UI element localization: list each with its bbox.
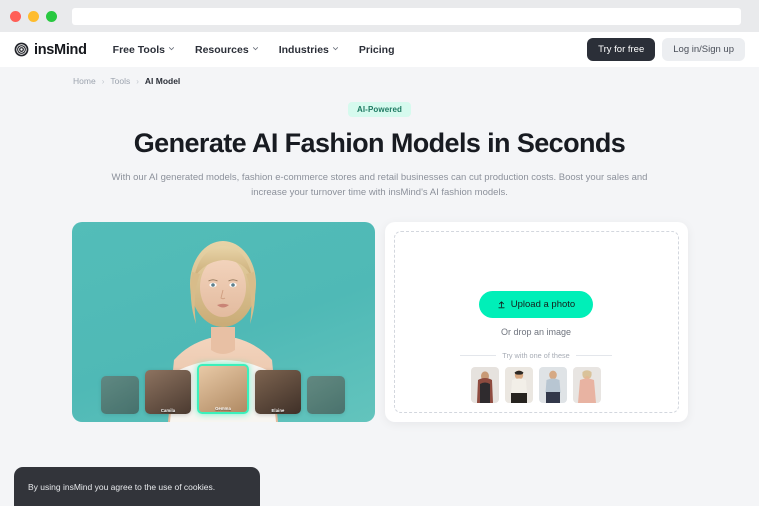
face-thumb[interactable] <box>101 376 139 415</box>
window-close-button[interactable] <box>10 10 21 22</box>
breadcrumb-home[interactable]: Home <box>73 76 96 86</box>
window-maximize-button[interactable] <box>46 10 57 22</box>
login-signup-button[interactable]: Log in/Sign up <box>662 38 745 61</box>
logo-text: insMind <box>34 41 87 58</box>
try-divider: Try with one of these <box>460 351 612 360</box>
divider-line <box>460 355 497 357</box>
breadcrumb-current: AI Model <box>144 76 181 86</box>
sample-thumbnail[interactable] <box>573 367 601 404</box>
address-bar[interactable] <box>72 7 741 25</box>
window-minimize-button[interactable] <box>28 10 39 22</box>
logo[interactable]: insMind <box>14 42 87 58</box>
ai-powered-badge: AI-Powered <box>347 102 411 117</box>
nav-label: Free Tools <box>112 43 165 56</box>
page-viewport: insMind Free Tools Resources Industries <box>0 32 759 506</box>
chevron-down-icon <box>252 45 259 52</box>
spiral-circle-icon <box>14 42 29 57</box>
drop-hint-text: Or drop an image <box>500 327 572 338</box>
chevron-down-icon <box>332 45 339 52</box>
face-name: Camila <box>160 408 176 414</box>
cookie-consent-text: By using insMind you agree to the use of… <box>28 482 216 493</box>
header-actions: Try for free Log in/Sign up <box>587 38 745 61</box>
upload-card: Upload a photo Or drop an image Try with… <box>384 222 688 423</box>
breadcrumb-separator: › <box>136 76 139 86</box>
breadcrumb: Home › Tools › AI Model <box>0 67 759 86</box>
chevron-down-icon <box>168 45 175 52</box>
main-content: Camila Gemma Elaine Upload a photo Or dr… <box>0 222 759 423</box>
face-name: Gemma <box>215 406 231 412</box>
face-carousel: Camila Gemma Elaine <box>72 364 375 415</box>
try-samples-label: Try with one of these <box>502 351 570 361</box>
try-for-free-button[interactable]: Try for free <box>587 38 656 61</box>
nav-label: Resources <box>195 43 249 56</box>
main-nav: Free Tools Resources Industries Pricing <box>113 44 395 56</box>
nav-item-pricing[interactable]: Pricing <box>359 44 395 56</box>
nav-item-free-tools[interactable]: Free Tools <box>113 44 175 56</box>
site-header: insMind Free Tools Resources Industries <box>0 32 759 67</box>
upload-arrow-icon <box>497 300 506 309</box>
model-preview-card: Camila Gemma Elaine <box>71 222 375 423</box>
face-thumb[interactable]: Camila <box>145 370 191 415</box>
face-thumb-selected[interactable]: Gemma <box>197 364 249 415</box>
nav-label: Pricing <box>358 43 395 56</box>
drop-zone[interactable]: Upload a photo Or drop an image Try with… <box>393 231 679 414</box>
sample-thumbnail[interactable] <box>505 367 533 404</box>
nav-label: Industries <box>278 43 329 56</box>
face-name: Elaine <box>271 408 285 414</box>
sample-thumbnails <box>471 367 601 404</box>
breadcrumb-tools[interactable]: Tools <box>110 76 130 86</box>
cookie-consent-banner: By using insMind you agree to the use of… <box>14 467 260 506</box>
nav-item-industries[interactable]: Industries <box>279 44 339 56</box>
divider-line <box>575 355 612 357</box>
breadcrumb-separator: › <box>101 76 105 86</box>
browser-chrome <box>0 0 759 32</box>
nav-item-resources[interactable]: Resources <box>195 44 259 56</box>
face-thumb[interactable] <box>307 376 345 415</box>
sample-thumbnail[interactable] <box>471 367 499 404</box>
page-title: Generate AI Fashion Models in Seconds <box>133 128 626 158</box>
try-samples-block: Try with one of these <box>395 351 678 404</box>
face-thumb[interactable]: Elaine <box>255 370 301 415</box>
hero-section: AI-Powered Generate AI Fashion Models in… <box>0 86 759 200</box>
upload-photo-button[interactable]: Upload a photo <box>478 291 594 319</box>
hero-subtitle: With our AI generated models, fashion e-… <box>111 172 648 198</box>
upload-button-label: Upload a photo <box>510 299 576 311</box>
sample-thumbnail[interactable] <box>539 367 567 404</box>
